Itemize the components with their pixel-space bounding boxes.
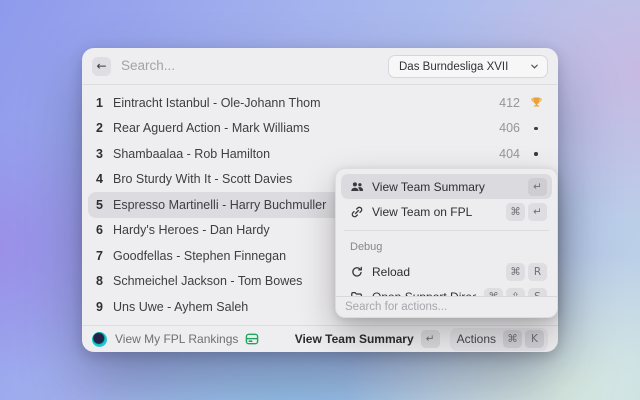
key-badge: ⌘ xyxy=(503,330,522,348)
menu-section-label: Debug xyxy=(341,231,552,259)
row-rank: 3 xyxy=(92,147,103,161)
action-panel-rows: View Team Summary↵View Team on FPL⌘↵Debu… xyxy=(336,169,557,298)
row-rank: 4 xyxy=(92,172,103,186)
rank-unchanged-dot-icon xyxy=(528,120,544,136)
points-value: 404 xyxy=(499,147,520,161)
search-header: ← Search... Das Burndesliga XVII xyxy=(82,48,558,85)
actions-key-badges: ⌘K xyxy=(503,330,544,348)
shortcut-keys: ⌘↵ xyxy=(506,203,547,221)
league-dropdown-value: Das Burndesliga XVII xyxy=(399,61,530,73)
command-title: View My FPL Rankings xyxy=(115,332,238,346)
shortcut-keys: ↵ xyxy=(528,178,547,196)
action-search-placeholder: Search for actions... xyxy=(345,301,447,313)
key-badge: R xyxy=(528,263,547,281)
shortcut-keys: ⌘R xyxy=(506,263,547,281)
row-rank: 7 xyxy=(92,249,103,263)
actions-menu-button[interactable]: Actions ⌘K xyxy=(450,328,548,351)
search-input[interactable]: Search... xyxy=(121,48,175,84)
link-icon xyxy=(349,204,364,219)
key-badge: K xyxy=(525,330,544,348)
people-icon xyxy=(349,179,364,194)
menu-item-label: View Team Summary xyxy=(372,180,520,194)
trophy-icon xyxy=(528,95,544,111)
table-row[interactable]: 1 Eintracht Istanbul - Ole-Johann Thom412 xyxy=(88,90,552,116)
league-dropdown[interactable]: Das Burndesliga XVII xyxy=(388,55,548,78)
team-name: Shambaalaa - Rob Hamilton xyxy=(113,147,499,161)
rank-unchanged-dot-icon xyxy=(528,146,544,162)
primary-action-button[interactable]: View Team Summary xyxy=(295,332,414,346)
menu-item[interactable]: View Team on FPL ⌘↵ xyxy=(341,199,552,224)
key-badge: ⌘ xyxy=(506,263,525,281)
row-rank: 2 xyxy=(92,121,103,135)
points-value: 412 xyxy=(499,96,520,110)
fpl-logo-icon[interactable] xyxy=(92,332,107,347)
app-window: ← Search... Das Burndesliga XVII 1 Eintra… xyxy=(82,48,558,352)
points-value: 406 xyxy=(499,121,520,135)
menu-item-label: View Team on FPL xyxy=(372,205,498,219)
team-name: Eintracht Istanbul - Ole-Johann Thom xyxy=(113,96,499,110)
list-mode-icon xyxy=(245,332,259,346)
menu-item[interactable]: View Team Summary ↵ xyxy=(341,174,552,199)
return-key-badge: ↵ xyxy=(421,330,440,348)
back-button[interactable]: ← xyxy=(92,57,111,76)
menu-item[interactable]: Reload ⌘R xyxy=(341,259,552,284)
chevron-down-icon xyxy=(530,62,539,71)
key-badge: ⌘ xyxy=(506,203,525,221)
row-rank: 6 xyxy=(92,223,103,237)
table-row[interactable]: 3 Shambaalaa - Rob Hamilton404 xyxy=(88,141,552,167)
row-rank: 9 xyxy=(92,300,103,314)
row-rank: 1 xyxy=(92,96,103,110)
action-panel: View Team Summary↵View Team on FPL⌘↵Debu… xyxy=(335,168,558,318)
key-badge: ↵ xyxy=(528,178,547,196)
action-search[interactable]: Search for actions... xyxy=(336,296,557,317)
row-rank: 5 xyxy=(92,198,103,212)
actions-label: Actions xyxy=(454,332,499,346)
key-badge: ↵ xyxy=(528,203,547,221)
menu-item-label: Reload xyxy=(372,265,498,279)
status-bar: View My FPL Rankings View Team Summary ↵… xyxy=(82,325,558,352)
team-name: Rear Aguerd Action - Mark Williams xyxy=(113,121,499,135)
row-rank: 8 xyxy=(92,274,103,288)
reload-icon xyxy=(349,264,364,279)
table-row[interactable]: 2 Rear Aguerd Action - Mark Williams406 xyxy=(88,116,552,142)
